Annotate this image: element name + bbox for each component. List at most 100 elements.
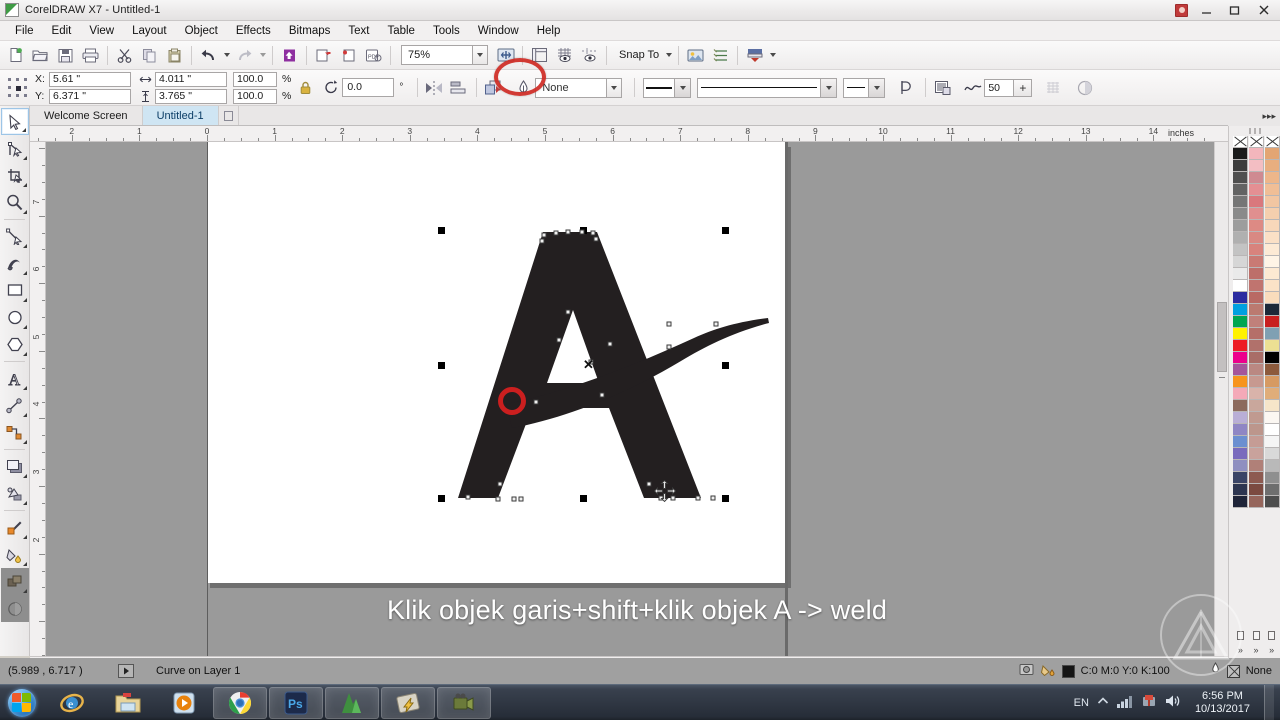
vertical-ruler[interactable]: 8765432 (30, 142, 46, 656)
flyout-arrow-icon[interactable] (22, 298, 27, 302)
tool-zoom[interactable] (1, 189, 29, 216)
document-color-settings-icon[interactable] (1019, 663, 1034, 680)
palette-swatch[interactable] (1233, 316, 1248, 328)
tool-polygon[interactable] (1, 331, 29, 358)
palette-swatch[interactable] (1265, 160, 1280, 172)
options-icon[interactable] (683, 43, 708, 68)
palette-swatch[interactable] (1233, 412, 1248, 424)
vertical-scrollbar[interactable] (1214, 142, 1228, 656)
fill-color-swatch[interactable] (1061, 664, 1075, 678)
tab-welcome-screen[interactable]: Welcome Screen (30, 106, 143, 125)
palette-swatch[interactable] (1249, 496, 1264, 508)
palette-swatch[interactable] (1249, 388, 1264, 400)
palette-swatch[interactable] (1249, 400, 1264, 412)
language-indicator[interactable]: EN (1074, 697, 1089, 709)
palette-swatch-none[interactable] (1249, 136, 1264, 148)
cut-icon[interactable] (112, 43, 137, 68)
flyout-arrow-icon[interactable] (22, 352, 27, 356)
flyout-arrow-icon[interactable] (22, 589, 27, 593)
palette-swatch[interactable] (1233, 292, 1248, 304)
undo-icon[interactable] (196, 43, 221, 68)
palette-swatch[interactable] (1249, 268, 1264, 280)
x-position-input[interactable]: 5.61 " (49, 71, 131, 87)
scale-horizontal-input[interactable]: 100.0 (233, 71, 277, 87)
show-desktop-button[interactable] (1264, 684, 1274, 720)
palette-swatch[interactable] (1249, 352, 1264, 364)
menu-table[interactable]: Table (378, 23, 424, 39)
export-icon[interactable] (311, 43, 336, 68)
palette-column[interactable] (1233, 136, 1248, 508)
palette-swatch[interactable] (1233, 220, 1248, 232)
palette-swatch[interactable] (1249, 244, 1264, 256)
curve-smoothness-icon[interactable] (962, 75, 984, 100)
outline-pen-icon[interactable] (511, 75, 535, 100)
outline-none-swatch-icon[interactable] (1226, 664, 1240, 678)
paste-icon[interactable] (162, 43, 187, 68)
palette-swatch[interactable] (1233, 208, 1248, 220)
palette-swatch[interactable] (1265, 232, 1280, 244)
palette-swatch[interactable] (1233, 352, 1248, 364)
redo-dropdown-arrow-icon[interactable] (257, 43, 268, 68)
palette-swatch[interactable] (1265, 484, 1280, 496)
palette-swatch[interactable] (1249, 160, 1264, 172)
application-launcher-dropdown-arrow-icon[interactable] (767, 43, 778, 68)
tool-freehand[interactable] (1, 223, 29, 250)
redo-icon[interactable] (232, 43, 257, 68)
palette-swatch[interactable] (1233, 184, 1248, 196)
palette-swatch[interactable] (1265, 196, 1280, 208)
tool-artistic-media[interactable] (1, 250, 29, 277)
palette-column[interactable] (1249, 136, 1264, 508)
fill-color-icon[interactable] (1040, 662, 1056, 680)
outline-pen-status-icon[interactable] (1210, 662, 1221, 680)
save-icon[interactable] (53, 43, 78, 68)
menu-view[interactable]: View (80, 23, 123, 39)
object-width-input[interactable]: 4.011 " (155, 71, 227, 87)
mirror-vertically-icon[interactable] (446, 75, 470, 100)
menu-object[interactable]: Object (176, 23, 227, 39)
palette-scroll-icon-2[interactable]: » (1249, 644, 1264, 656)
close-button[interactable] (1248, 0, 1280, 21)
tool-smart-fill[interactable] (0, 568, 29, 595)
palette-swatch[interactable] (1233, 172, 1248, 184)
tool-interactive-fill[interactable] (1, 541, 29, 568)
palette-swatch[interactable] (1249, 220, 1264, 232)
speaker-volume-icon[interactable] (1165, 694, 1181, 711)
tool-outline-color[interactable] (0, 595, 29, 622)
object-height-input[interactable]: 3.765 " (155, 88, 227, 104)
palette-swatch[interactable] (1265, 184, 1280, 196)
flyout-arrow-icon[interactable] (21, 128, 26, 132)
palette-swatch-none[interactable] (1233, 136, 1248, 148)
flyout-arrow-icon[interactable] (22, 535, 27, 539)
palette-swatch[interactable] (1233, 472, 1248, 484)
palette-swatch[interactable] (1233, 376, 1248, 388)
zoom-level-input[interactable]: 75% (401, 45, 473, 65)
drawing-canvas[interactable]: ✕ Klik objek garis+shift+klik objek A ->… (46, 142, 1228, 656)
menu-layout[interactable]: Layout (123, 23, 176, 39)
palette-swatch[interactable] (1265, 244, 1280, 256)
palette-swatch[interactable] (1249, 148, 1264, 160)
palette-swatch[interactable] (1249, 184, 1264, 196)
palette-swatch[interactable] (1249, 172, 1264, 184)
menu-tools[interactable]: Tools (424, 23, 469, 39)
y-position-input[interactable]: 6.371 " (49, 88, 131, 104)
palette-swatch[interactable] (1265, 208, 1280, 220)
palette-swatch[interactable] (1265, 304, 1280, 316)
palette-column[interactable] (1265, 136, 1280, 508)
taskbar-google-chrome-icon[interactable] (213, 686, 267, 719)
horizontal-ruler[interactable]: inches 2 1 0 1 2 3 4 5 6 7 8 9 10 11 12 13 14 (30, 126, 1228, 142)
flyout-arrow-icon[interactable] (22, 440, 27, 444)
palette-swatch[interactable] (1249, 232, 1264, 244)
new-tab-icon[interactable] (219, 106, 239, 125)
taskbar-camtasia-recorder-icon[interactable] (437, 686, 491, 719)
tool-crop[interactable] (1, 162, 29, 189)
palette-swatch[interactable] (1265, 388, 1280, 400)
palette-swatch[interactable] (1249, 412, 1264, 424)
palette-swatch[interactable] (1233, 256, 1248, 268)
curve-smoothness-input[interactable]: 50 (984, 78, 1015, 97)
palette-swatch[interactable] (1265, 472, 1280, 484)
palette-swatch[interactable] (1249, 364, 1264, 376)
angle-of-rotation-input[interactable]: 0.0 (342, 78, 395, 97)
palette-swatch[interactable] (1233, 496, 1248, 508)
end-arrowhead-selector[interactable] (843, 77, 886, 98)
palette-swatch[interactable] (1233, 304, 1248, 316)
